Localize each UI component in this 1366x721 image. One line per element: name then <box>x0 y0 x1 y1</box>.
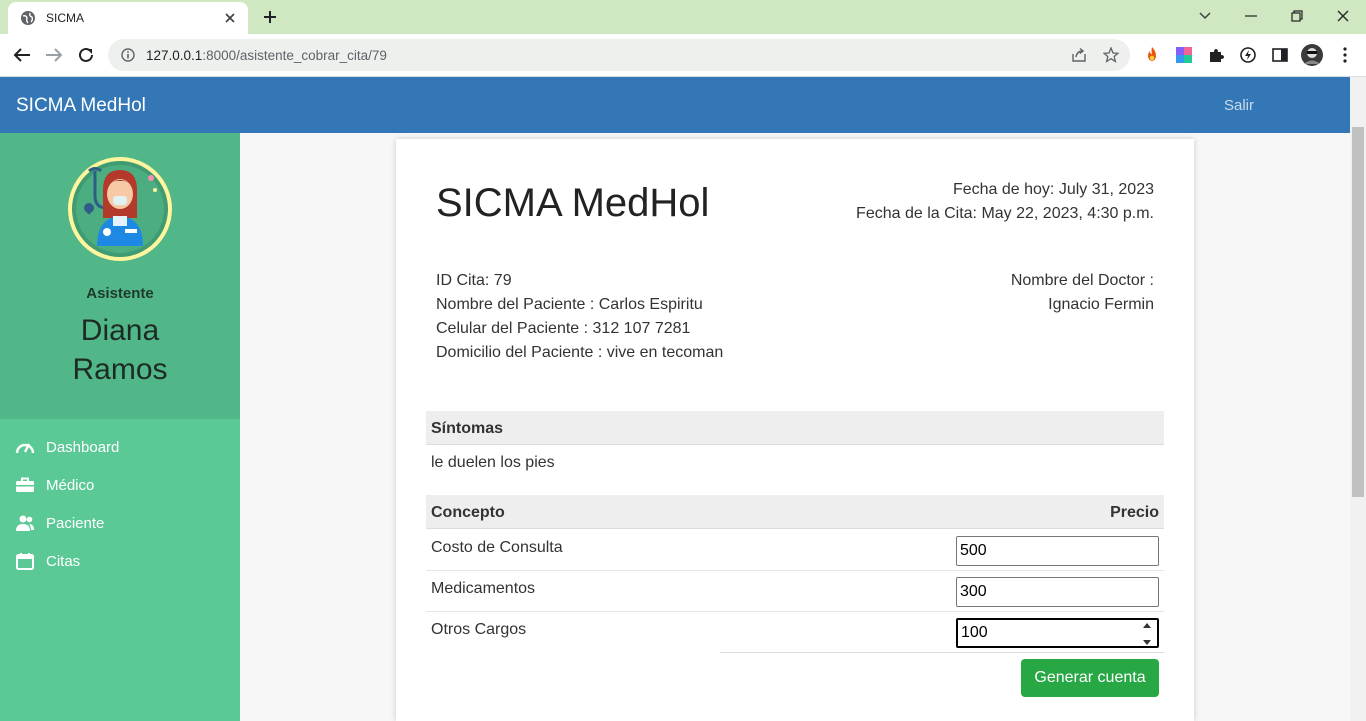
calendar-icon <box>14 551 36 571</box>
sidebar-item-label: Dashboard <box>46 438 120 456</box>
close-window-icon[interactable] <box>1331 5 1355 27</box>
tab-search-chevron-icon[interactable] <box>1193 5 1217 27</box>
forward-arrow-icon[interactable] <box>42 43 66 67</box>
charge-label: Costo de Consulta <box>431 539 563 556</box>
fire-extension-icon[interactable] <box>1143 46 1161 64</box>
user-name: Diana Ramos <box>0 311 240 389</box>
url-path: :8000/asistente_cobrar_cita/79 <box>202 47 387 63</box>
invoice-title: SICMA MedHol <box>436 181 710 225</box>
today-date: Fecha de hoy: July 31, 2023 <box>952 181 1154 198</box>
consultation-cost-input[interactable] <box>956 536 1159 566</box>
other-charges-input[interactable] <box>956 618 1159 648</box>
symptoms-header-label: Síntomas <box>431 420 504 437</box>
doctor-label: Nombre del Doctor : <box>1010 272 1154 289</box>
kebab-menu-icon[interactable] <box>1336 46 1354 64</box>
sidebar-item-dashboard[interactable]: Dashboard <box>14 435 119 459</box>
top-navbar: SICMA MedHol Salir <box>0 77 1350 133</box>
address-bar[interactable]: 127.0.0.1:8000/asistente_cobrar_cita/79 <box>108 39 1130 71</box>
charge-label: Medicamentos <box>431 580 536 597</box>
site-info-icon[interactable] <box>120 47 136 63</box>
sidebar-item-medico[interactable]: Médico <box>14 473 94 497</box>
sidebar-profile: Asistente Diana Ramos <box>0 133 240 419</box>
globe-icon <box>20 10 36 26</box>
table-row: Costo de Consulta <box>426 530 1164 571</box>
patient-name: Nombre del Paciente : Carlos Espiritu <box>436 296 703 313</box>
user-last-name: Ramos <box>72 353 168 386</box>
concept-column-header: Concepto <box>431 504 505 521</box>
medications-cost-input[interactable] <box>956 577 1159 607</box>
minimize-icon[interactable] <box>1239 5 1263 27</box>
browser-toolbar: 127.0.0.1:8000/asistente_cobrar_cita/79 <box>0 34 1366 77</box>
sidebar-item-label: Citas <box>46 552 81 570</box>
gauge-icon <box>14 437 36 457</box>
appointment-date: Fecha de la Cita: May 22, 2023, 4:30 p.m… <box>856 205 1154 222</box>
side-panel-icon[interactable] <box>1271 46 1289 64</box>
back-arrow-icon[interactable] <box>10 43 34 67</box>
restore-icon[interactable] <box>1285 5 1309 27</box>
charge-label: Otros Cargos <box>431 621 527 638</box>
price-column-header: Precio <box>1110 504 1159 521</box>
browser-tab[interactable]: SICMA <box>8 2 248 34</box>
sidebar-item-label: Médico <box>46 476 95 494</box>
url-text: 127.0.0.1:8000/asistente_cobrar_cita/79 <box>146 48 387 63</box>
puzzle-extensions-icon[interactable] <box>1207 46 1225 64</box>
page-scrollbar[interactable] <box>1350 77 1366 721</box>
navbar-brand[interactable]: SICMA MedHol <box>16 95 146 117</box>
patient-phone: Celular del Paciente : 312 107 7281 <box>436 320 691 337</box>
logout-link[interactable]: Salir <box>1224 97 1254 114</box>
symptoms-text: le duelen los pies <box>431 454 555 471</box>
users-icon <box>14 513 36 533</box>
scrollbar-thumb[interactable] <box>1352 127 1364 497</box>
appointment-id: ID Cita: 79 <box>436 272 512 289</box>
invoice-card: SICMA MedHol Fecha de hoy: July 31, 2023… <box>396 139 1194 721</box>
tab-title: SICMA <box>46 11 85 25</box>
url-host: 127.0.0.1 <box>146 47 203 63</box>
user-role: Asistente <box>86 285 154 302</box>
sidebar-item-label: Paciente <box>46 514 105 532</box>
browser-tab-strip: SICMA <box>0 0 1366 34</box>
charges-table-header: Concepto Precio <box>426 495 1164 529</box>
patient-address: Domicilio del Paciente : vive en tecoman <box>436 344 724 361</box>
doctor-name: Ignacio Fermin <box>1048 296 1154 313</box>
doctor-avatar <box>67 156 173 262</box>
colorful-extension-icon[interactable] <box>1175 46 1193 64</box>
star-icon[interactable] <box>1102 47 1120 63</box>
table-row: Medicamentos <box>426 571 1164 612</box>
symptoms-header: Síntomas <box>426 411 1164 445</box>
sidebar-item-citas[interactable]: Citas <box>14 549 80 573</box>
user-first-name: Diana <box>80 314 160 347</box>
close-tab-icon[interactable] <box>222 10 238 26</box>
table-row: Otros Cargos <box>426 612 1164 653</box>
number-spinner-icon[interactable] <box>1142 623 1152 645</box>
briefcase-icon <box>14 475 36 495</box>
sidebar: Asistente Diana Ramos Dashboard Médico P… <box>0 133 240 721</box>
bolt-extension-icon[interactable] <box>1239 46 1257 64</box>
share-icon[interactable] <box>1070 47 1088 63</box>
table-footer-divider <box>720 652 1164 653</box>
sidebar-item-paciente[interactable]: Paciente <box>14 511 104 535</box>
generate-bill-button[interactable]: Generar cuenta <box>1021 659 1159 697</box>
profile-avatar-icon[interactable] <box>1301 44 1323 66</box>
reload-icon[interactable] <box>74 43 98 67</box>
new-tab-icon[interactable] <box>258 6 282 28</box>
